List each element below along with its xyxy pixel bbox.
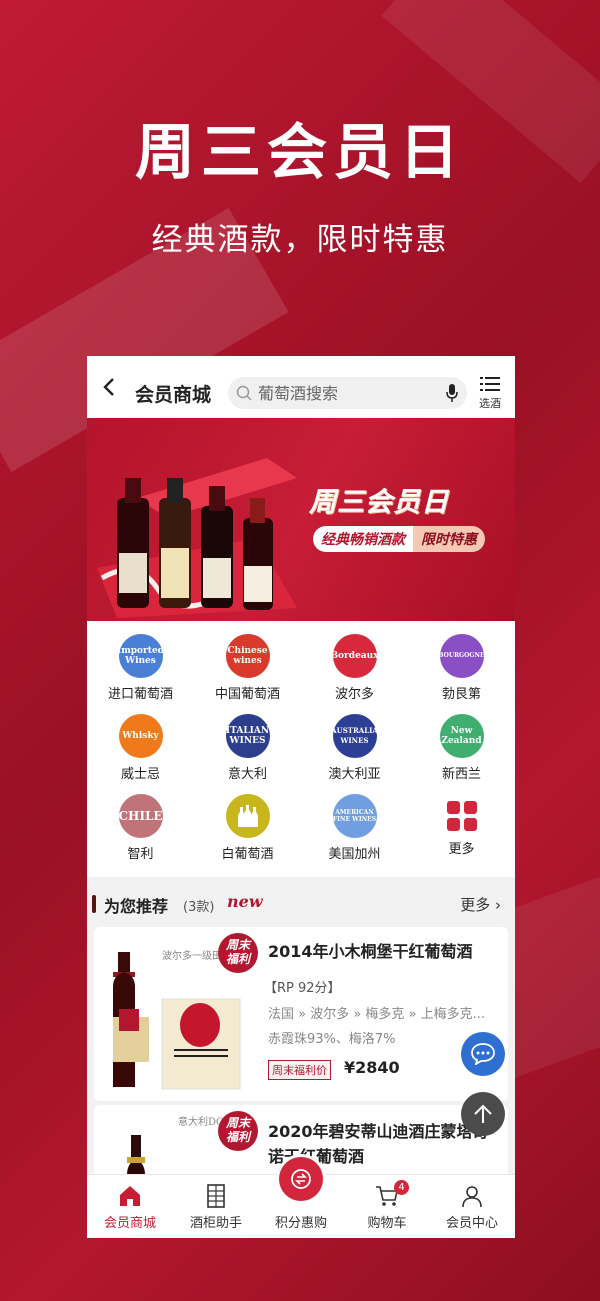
tab-wine-cabinet[interactable]: 酒柜助手 xyxy=(173,1175,259,1238)
category-italy[interactable]: ITALIAN WINES 意大利 xyxy=(194,714,301,782)
product-grape: 赤霞珠93%、梅洛7% xyxy=(268,1032,396,1047)
category-label: 美国加州 xyxy=(328,847,381,862)
tab-label: 会员商城 xyxy=(103,1216,156,1231)
filter-button[interactable]: 选酒 xyxy=(477,376,503,414)
new-zealand-icon: New Zealand xyxy=(439,714,484,758)
whisky-icon: Whisky xyxy=(118,714,163,758)
promo-subtitle: 经典酒款，限时特惠 xyxy=(151,222,449,258)
chile-icon: CHILE xyxy=(118,794,163,838)
tab-label: 会员中心 xyxy=(445,1216,498,1231)
tab-label: 购物车 xyxy=(367,1216,407,1231)
bottles-icon xyxy=(237,805,258,827)
tab-member-center[interactable]: 会员中心 xyxy=(429,1175,515,1238)
white-wine-bottles-icon xyxy=(225,794,270,838)
category-imported-wine[interactable]: Imported Wines 进口葡萄酒 xyxy=(87,634,194,702)
category-label: 更多 xyxy=(448,842,475,857)
recommend-section: 为您推荐 (3款) new 更多 › 波尔多一级田 周末 福利 2014年小木桐… xyxy=(87,877,515,1205)
category-label: 意大利 xyxy=(227,767,267,782)
italian-wines-icon: ITALIAN WINES xyxy=(225,714,270,758)
chevron-right-icon: › xyxy=(495,896,501,914)
weekend-badge: 周末 福利 xyxy=(218,933,258,973)
tab-label: 积分惠购 xyxy=(274,1216,327,1231)
search-input[interactable] xyxy=(258,381,428,405)
points-icon xyxy=(279,1157,323,1201)
promo-title: 周三会员日 xyxy=(135,118,465,188)
search-bar[interactable] xyxy=(228,377,467,409)
bordeaux-icon: Bordeaux xyxy=(330,634,379,678)
coin-exchange-icon xyxy=(291,1169,311,1189)
chinese-wine-icon: Chinese wines xyxy=(225,634,270,678)
category-australia[interactable]: AUSTRALIA WINES 澳大利亚 xyxy=(301,714,408,782)
chat-button[interactable] xyxy=(461,1032,505,1076)
promo-banner[interactable]: 周三会员日 经典畅销酒款 限时特惠 xyxy=(87,418,515,621)
product-origin: 法国 » 波尔多 » 梅多克 » 上梅多克... xyxy=(268,1007,486,1022)
product-score: 【RP 92分】 xyxy=(264,981,341,996)
product-name: 2014年小木桐堡干红葡萄酒 xyxy=(268,942,473,961)
thumb-caption: 波尔多一级田 xyxy=(162,951,222,962)
american-fine-wines-icon: AMERICAN FINE WINES xyxy=(332,794,377,838)
page-title: 会员商城 xyxy=(135,384,212,406)
grid-more-icon xyxy=(446,801,477,831)
category-chinese-wine[interactable]: Chinese wines 中国葡萄酒 xyxy=(194,634,301,702)
category-label: 进口葡萄酒 xyxy=(107,687,173,702)
category-whisky[interactable]: Whisky 威士忌 xyxy=(87,714,194,782)
product-price: ¥2840 xyxy=(344,1058,400,1077)
arrow-up-icon xyxy=(474,1104,492,1123)
recommend-count: (3款) xyxy=(183,900,215,915)
bourgogne-icon: BOURGOGNE xyxy=(438,634,485,678)
category-label: 中国葡萄酒 xyxy=(214,687,280,702)
back-to-top-button[interactable] xyxy=(461,1092,505,1136)
tab-cart[interactable]: 4 购物车 xyxy=(344,1175,430,1238)
home-icon xyxy=(120,1186,140,1206)
category-chile[interactable]: CHILE 智利 xyxy=(87,794,194,862)
tab-points-purchase[interactable]: 积分惠购 xyxy=(258,1157,344,1238)
chat-bubble-icon xyxy=(471,1043,495,1065)
app-header: 会员商城 选酒 xyxy=(87,356,515,418)
category-white-wine[interactable]: 白葡萄酒 xyxy=(194,794,301,862)
category-new-zealand[interactable]: New Zealand 新西兰 xyxy=(408,714,515,782)
tab-label: 酒柜助手 xyxy=(189,1216,242,1231)
australia-wines-icon: AUSTRALIA WINES xyxy=(331,714,378,758)
banner-subtitle-left: 经典畅销酒款 xyxy=(313,526,413,552)
filter-label: 选酒 xyxy=(479,397,501,410)
category-label: 波尔多 xyxy=(334,687,374,702)
banner-subtitle-right: 限时特惠 xyxy=(413,526,485,552)
category-label: 智利 xyxy=(127,847,154,862)
category-bourgogne[interactable]: BOURGOGNE 勃艮第 xyxy=(408,634,515,702)
category-label: 威士忌 xyxy=(120,767,160,782)
price-label: 周末福利价 xyxy=(268,1060,331,1080)
product-card[interactable]: 波尔多一级田 周末 福利 2014年小木桐堡干红葡萄酒 【RP 92分】 法国 … xyxy=(94,927,508,1101)
gift-box-wine-image xyxy=(97,458,297,618)
microphone-icon[interactable] xyxy=(445,383,459,403)
banner-subtitle: 经典畅销酒款 限时特惠 xyxy=(313,526,485,552)
category-label: 勃艮第 xyxy=(441,687,481,702)
category-label: 澳大利亚 xyxy=(328,767,381,782)
thumb-caption: 意大利DO xyxy=(178,1117,225,1128)
new-tag: new xyxy=(227,892,263,911)
wine-cabinet-icon xyxy=(207,1184,225,1208)
more-label: 更多 xyxy=(460,896,491,914)
banner-title: 周三会员日 xyxy=(309,487,449,518)
category-california[interactable]: AMERICAN FINE WINES 美国加州 xyxy=(301,794,408,862)
category-label: 白葡萄酒 xyxy=(221,847,274,862)
recommend-header: 为您推荐 (3款) new 更多 › xyxy=(87,877,515,929)
list-filter-icon xyxy=(480,377,500,391)
recommend-title: 为您推荐 xyxy=(104,897,169,916)
tab-member-mall[interactable]: 会员商城 xyxy=(87,1175,173,1238)
category-label: 新西兰 xyxy=(441,767,481,782)
app-screen: 会员商城 选酒 xyxy=(87,356,515,1238)
recommend-more-link[interactable]: 更多 › xyxy=(460,894,501,915)
section-marker xyxy=(92,895,96,913)
bottom-tab-bar: 会员商城 酒柜助手 积分惠购 4 购物车 会员中心 xyxy=(87,1157,515,1238)
search-icon xyxy=(236,385,252,401)
imported-wine-icon: Imported Wines xyxy=(117,634,164,678)
category-more[interactable]: 更多 xyxy=(408,794,515,857)
user-icon xyxy=(462,1186,482,1208)
cart-count-badge: 4 xyxy=(394,1180,409,1195)
weekend-badge: 周末 福利 xyxy=(218,1111,258,1151)
back-arrow-icon[interactable] xyxy=(101,378,119,396)
category-bordeaux[interactable]: Bordeaux 波尔多 xyxy=(301,634,408,702)
